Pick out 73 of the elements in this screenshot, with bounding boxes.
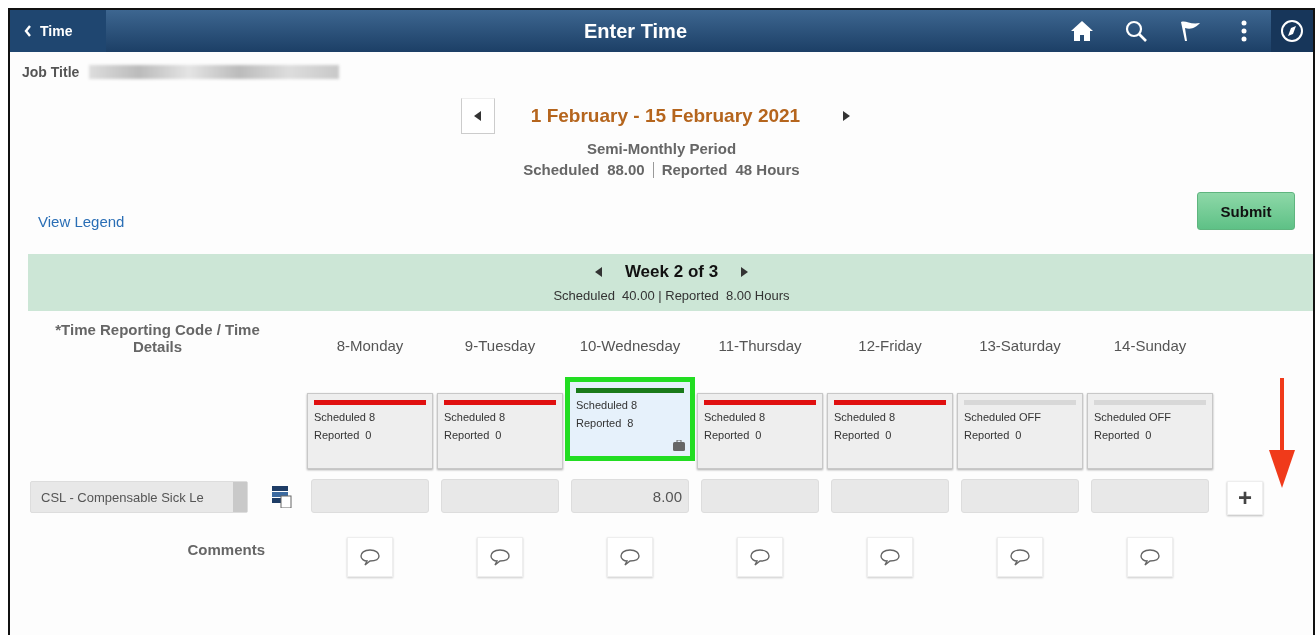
page-title: Enter Time [583, 19, 688, 43]
reported-text: Reported 0 [964, 429, 1023, 441]
comment-button[interactable] [867, 537, 913, 577]
scheduled-text: Scheduled 8 [444, 411, 507, 423]
comment-button[interactable] [737, 537, 783, 577]
day-card[interactable]: Scheduled 8 Reported 0 [307, 393, 433, 469]
week-title: Week 2 of 3 [624, 262, 719, 282]
day-heading: 8-Monday [336, 337, 404, 354]
submit-button[interactable]: Submit [1197, 192, 1295, 230]
view-legend-link[interactable]: View Legend [38, 212, 125, 230]
hours-field[interactable] [311, 479, 429, 513]
day-card[interactable]: Scheduled 8 Reported 0 [437, 393, 563, 469]
time-code-dropdown[interactable]: CSL - Compensable Sick Le [30, 481, 248, 513]
speech-bubble-icon [1139, 548, 1161, 566]
reported-text: Reported 0 [1094, 429, 1153, 441]
reported-text: Reported 8 [576, 417, 635, 429]
day-heading: 10-Wednesday [579, 337, 681, 354]
previous-period-button[interactable] [460, 98, 495, 134]
speech-bubble-icon [359, 548, 381, 566]
day-card[interactable]: Scheduled OFF Reported 0 [1087, 393, 1213, 469]
comment-button[interactable] [997, 537, 1043, 577]
caret-icon [594, 267, 603, 277]
comment-button[interactable] [607, 537, 653, 577]
reported-text: Reported 0 [444, 429, 503, 441]
details-icon[interactable] [272, 486, 292, 508]
reported-text: Reported 0 [704, 429, 763, 441]
day-heading: 12-Friday [858, 337, 922, 354]
period-type: Semi-Monthly Period [586, 140, 737, 157]
speech-bubble-icon [749, 548, 771, 566]
day-heading: 14-Sunday [1113, 337, 1187, 354]
reported-label: Reported [661, 161, 728, 178]
day-card[interactable]: Scheduled OFF Reported 0 [957, 393, 1083, 469]
scheduled-text: Scheduled 8 [314, 411, 377, 423]
hours-field[interactable]: 8.00 [571, 479, 689, 513]
day-card[interactable]: Scheduled 8 Reported 0 [697, 393, 823, 469]
hours-field[interactable] [441, 479, 559, 513]
day-heading: 9-Tuesday [464, 337, 536, 354]
day-heading: 13-Saturday [979, 337, 1061, 354]
speech-bubble-icon [1009, 548, 1031, 566]
scheduled-text: Scheduled 8 [834, 411, 897, 423]
scheduled-text: Scheduled 8 [704, 411, 767, 423]
speech-bubble-icon [619, 548, 641, 566]
column-heading: *Time Reporting Code / Time Details [54, 321, 261, 355]
scheduled-label: Scheduled [523, 161, 600, 178]
caret-icon [473, 111, 482, 121]
reported-text: Reported 0 [314, 429, 373, 441]
comment-button[interactable] [347, 537, 393, 577]
caret-icon [740, 267, 749, 277]
back-button[interactable]: Time [10, 10, 106, 52]
comments-label: Comments [187, 541, 265, 560]
hours-field[interactable] [831, 479, 949, 513]
hours-field[interactable] [961, 479, 1079, 513]
hours-field[interactable] [1091, 479, 1209, 513]
day-card[interactable]: Scheduled 8 Reported 0 [827, 393, 953, 469]
compass-icon[interactable] [1271, 10, 1313, 52]
back-chevron-icon [24, 25, 32, 37]
speech-bubble-icon [489, 548, 511, 566]
scheduled-text: Scheduled OFF [964, 411, 1043, 423]
day-heading: 11-Thursday [718, 337, 802, 354]
job-title-label: Job Title [22, 64, 80, 80]
speech-bubble-icon [879, 548, 901, 566]
period-range: 1 February - 15 February 2021 [530, 105, 801, 127]
reported-hours: 48 Hours [735, 161, 800, 178]
scheduled-text: Scheduled OFF [1094, 411, 1173, 423]
caret-icon [842, 111, 851, 121]
scheduled-text: Scheduled 8 [576, 399, 639, 411]
add-row-button[interactable]: + [1227, 481, 1263, 515]
hours-field[interactable] [701, 479, 819, 513]
comment-button[interactable] [477, 537, 523, 577]
reported-text: Reported 0 [834, 429, 893, 441]
scheduled-hours: 88.00 [607, 161, 645, 178]
week-summary: Scheduled 40.00 | Reported 8.00 Hours [553, 288, 790, 303]
comment-button[interactable] [1127, 537, 1173, 577]
